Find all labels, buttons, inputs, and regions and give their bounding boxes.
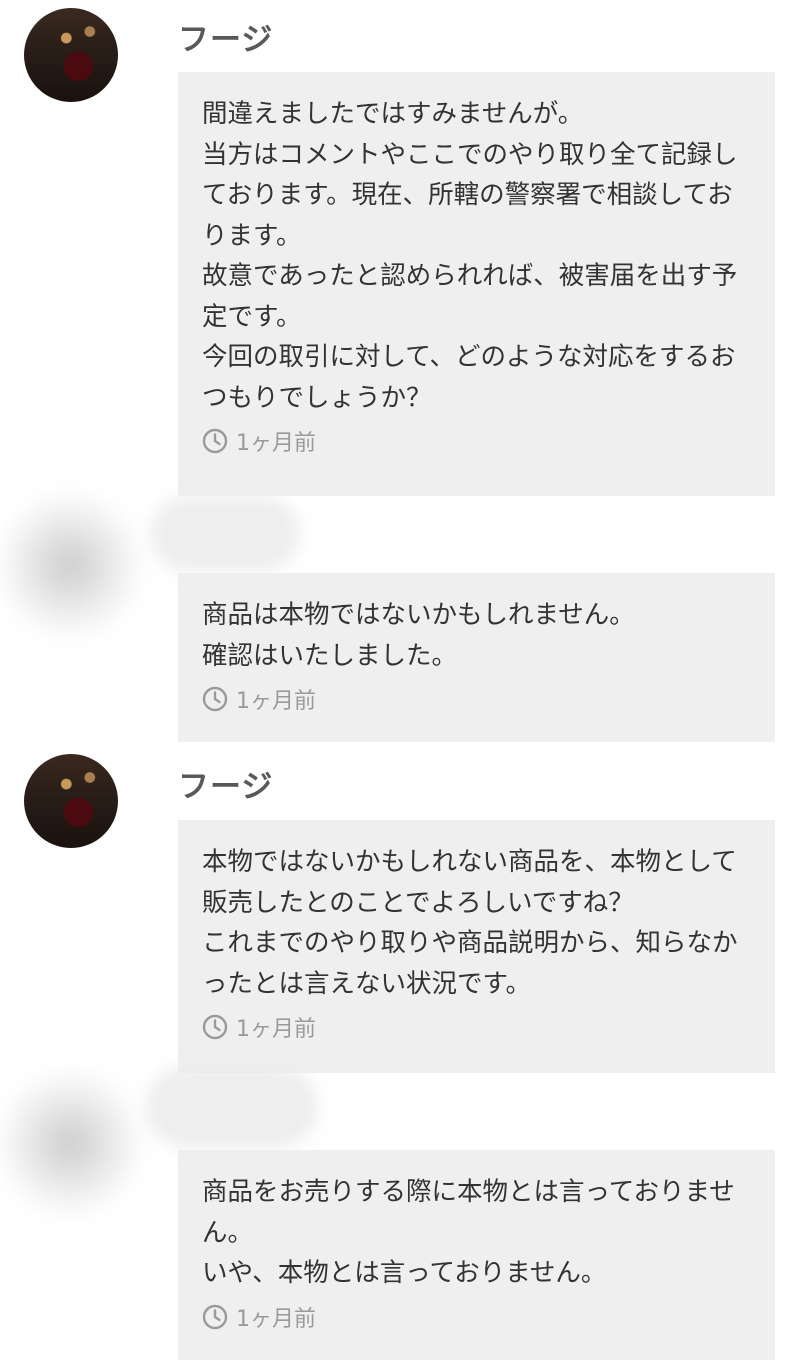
sender-name[interactable]: フージ	[178, 761, 273, 806]
clock-icon	[202, 686, 228, 712]
timestamp: 1ヶ月前	[202, 1012, 751, 1042]
clock-icon	[202, 1304, 228, 1329]
message-bubble: 商品をお売りする際に本物とは言っておりません。 いや、本物とは言っておりません。…	[178, 1150, 775, 1360]
timestamp-text: 1ヶ月前	[236, 1306, 316, 1332]
avatar-photo	[24, 754, 118, 848]
timestamp: 1ヶ月前	[202, 684, 751, 714]
timestamp-text: 1ヶ月前	[236, 689, 316, 714]
avatar[interactable]	[24, 754, 118, 848]
sender-name[interactable]: フージ	[178, 14, 273, 59]
timestamp: 1ヶ月前	[202, 426, 751, 456]
message-text: 本物ではないかもしれない商品を、本物として販売したとのことでよろしいですね？ こ…	[202, 847, 738, 999]
avatar[interactable]	[0, 490, 140, 640]
avatar-photo	[24, 8, 118, 102]
sender-name[interactable]	[150, 496, 300, 572]
avatar[interactable]	[24, 8, 118, 102]
message-text: 商品は本物ではないかもしれません。 確認はいたしました。	[202, 600, 635, 671]
clock-icon	[202, 428, 228, 454]
timestamp-text: 1ヶ月前	[236, 431, 316, 456]
avatar[interactable]	[0, 1068, 140, 1218]
timestamp-text: 1ヶ月前	[236, 1017, 316, 1042]
message-text: 商品をお売りする際に本物とは言っておりません。 いや、本物とは言っておりません。	[202, 1177, 735, 1288]
sender-name[interactable]	[146, 1066, 318, 1148]
message-text: 間違えましたではすみませんが。 当方はコメントやここでのやり取り全て記録しており…	[202, 99, 738, 413]
clock-icon	[202, 1014, 228, 1040]
timestamp: 1ヶ月前	[202, 1302, 751, 1332]
message-bubble: 商品は本物ではないかもしれません。 確認はいたしました。 1ヶ月前	[178, 573, 775, 742]
message-bubble: 本物ではないかもしれない商品を、本物として販売したとのことでよろしいですね？ こ…	[178, 820, 775, 1073]
message-bubble: 間違えましたではすみませんが。 当方はコメントやここでのやり取り全て記録しており…	[178, 72, 775, 496]
